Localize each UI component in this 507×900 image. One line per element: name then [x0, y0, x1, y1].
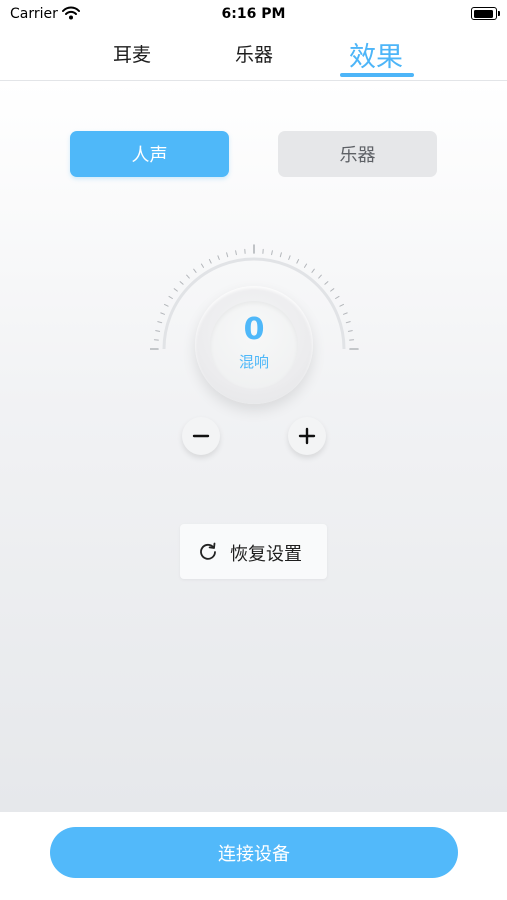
dial-tick [335, 295, 340, 299]
reset-settings-button[interactable]: 恢复设置 [180, 524, 327, 579]
active-tab-indicator [340, 73, 414, 77]
dial-tick [288, 255, 291, 260]
knob-value: 0 [243, 312, 265, 347]
dial-tick [179, 281, 184, 285]
dial-tick [296, 259, 300, 264]
dial-tick [226, 252, 229, 258]
dial-tick [155, 330, 161, 332]
knob-label: 混响 [238, 353, 269, 371]
status-bar: Carrier 6:16 PM [0, 0, 507, 28]
dial-tick [304, 263, 308, 268]
dial-tick [318, 274, 322, 279]
connect-device-button[interactable]: 连接设备 [50, 827, 458, 878]
battery-icon [471, 7, 500, 20]
dial-tick [279, 252, 282, 258]
tab-instrument[interactable]: 乐器 [235, 40, 273, 67]
plus-icon [298, 427, 316, 445]
status-time: 6:16 PM [221, 6, 286, 22]
tab-effect[interactable]: 效果 [349, 35, 403, 74]
dial-tick [186, 274, 190, 279]
decrease-button[interactable] [182, 417, 220, 455]
segment-vocal[interactable]: 人声 [70, 131, 229, 177]
minus-icon [192, 434, 210, 438]
dial-tick [164, 303, 169, 307]
dial-tick [347, 330, 353, 332]
dial-tick [343, 312, 348, 315]
dial-tick [330, 288, 335, 292]
dial-tick [339, 303, 344, 307]
refresh-icon [200, 542, 216, 560]
dial-tick [200, 263, 204, 268]
dial-tick [311, 268, 315, 273]
dial-tick [157, 321, 163, 324]
dial-tick [168, 295, 173, 299]
dial-tick [208, 259, 212, 264]
dial-tick [193, 268, 197, 273]
top-tab-bar: 耳麦 乐器 效果 [0, 28, 507, 81]
dial-tick [235, 250, 237, 256]
effects-panel: 人声 乐器 0 混响 恢复设置 [0, 81, 507, 812]
bottom-bar: 连接设备 [0, 812, 507, 900]
dial-tick [345, 321, 351, 324]
dial-tick [324, 281, 329, 285]
reverb-knob[interactable]: 0 混响 [195, 286, 313, 404]
tab-earphone[interactable]: 耳麦 [113, 40, 151, 67]
increase-button[interactable] [288, 417, 326, 455]
reset-settings-label: 恢复设置 [230, 544, 302, 565]
dial-tick [217, 255, 220, 260]
reverb-knob-area: 0 混响 [150, 241, 360, 404]
segment-instrument[interactable]: 乐器 [278, 131, 437, 177]
dial-tick [173, 288, 178, 292]
dial-tick [271, 250, 273, 256]
dial-tick [160, 312, 165, 315]
